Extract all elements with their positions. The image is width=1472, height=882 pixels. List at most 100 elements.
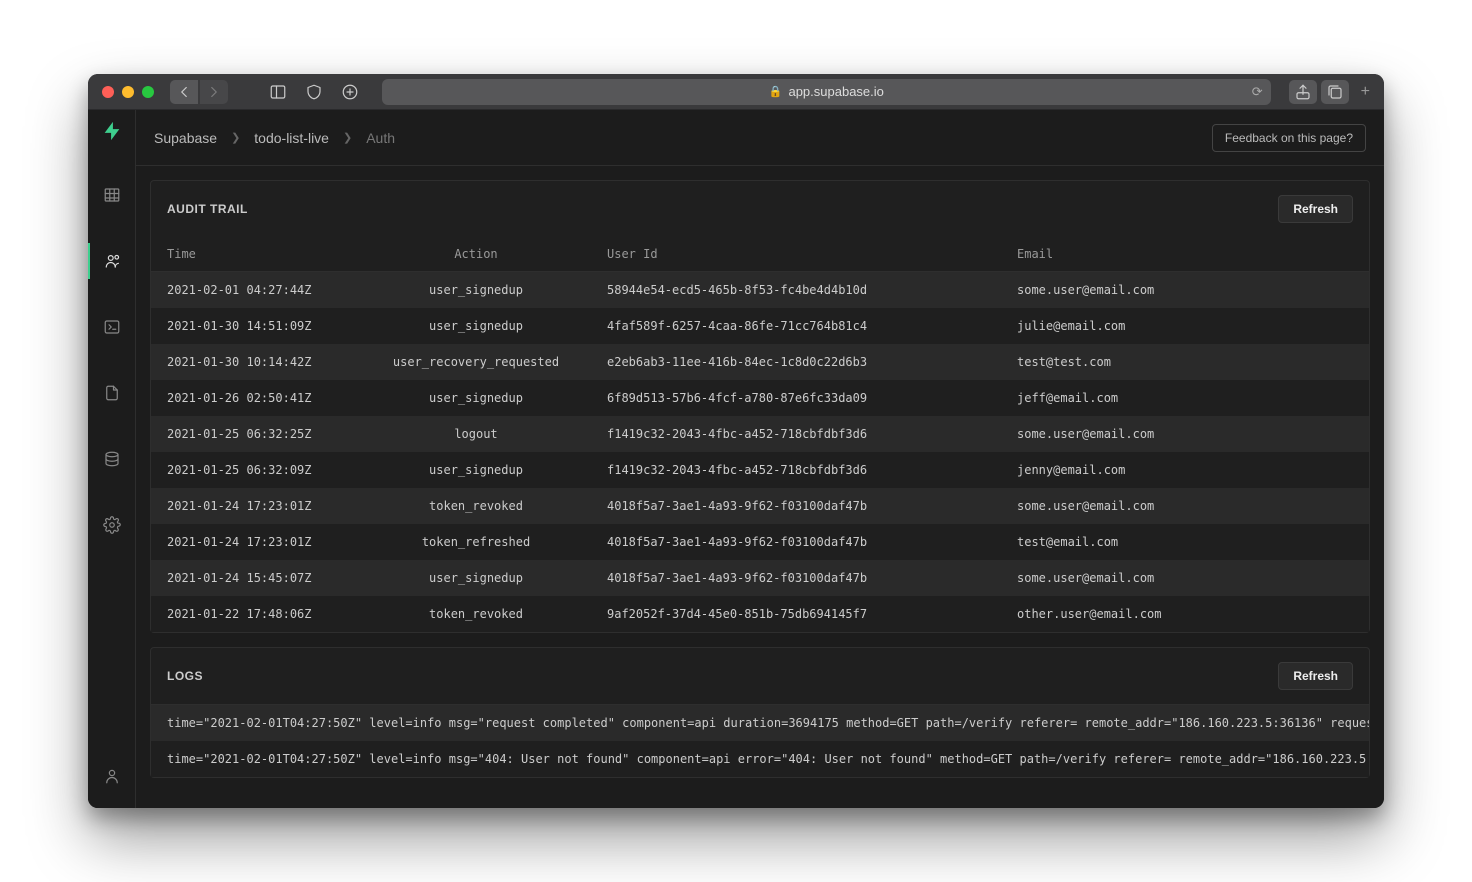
- main-area: Supabase ❯ todo-list-live ❯ Auth Feedbac…: [136, 110, 1384, 808]
- audit-refresh-button[interactable]: Refresh: [1278, 195, 1353, 223]
- cell-action: token_revoked: [361, 488, 591, 524]
- browser-chrome: 🔒 app.supabase.io ⟳ +: [88, 74, 1384, 110]
- cell-action: user_signedup: [361, 380, 591, 416]
- cell-action: user_signedup: [361, 272, 591, 309]
- shield-button[interactable]: [300, 80, 328, 104]
- cell-email: julie@email.com: [1001, 308, 1369, 344]
- maximize-window-icon[interactable]: [142, 86, 154, 98]
- cell-action: user_signedup: [361, 560, 591, 596]
- cell-userid: 4018f5a7-3ae1-4a93-9f62-f03100daf47b: [591, 560, 1001, 596]
- cell-time: 2021-01-25 06:32:25Z: [151, 416, 361, 452]
- sidebar-item-table[interactable]: [88, 177, 136, 213]
- logs-refresh-button[interactable]: Refresh: [1278, 662, 1353, 690]
- audit-trail-panel: AUDIT TRAIL Refresh Time Action User Id …: [150, 180, 1370, 633]
- chevron-right-icon: [205, 83, 223, 101]
- cell-time: 2021-02-01 04:27:44Z: [151, 272, 361, 309]
- cell-userid: 4faf589f-6257-4caa-86fe-71cc764b81c4: [591, 308, 1001, 344]
- forward-button[interactable]: [200, 80, 228, 104]
- back-button[interactable]: [170, 80, 198, 104]
- table-row[interactable]: 2021-02-01 04:27:44Zuser_signedup58944e5…: [151, 272, 1369, 309]
- cell-email: some.user@email.com: [1001, 560, 1369, 596]
- share-icon: [1294, 83, 1312, 101]
- cell-email: some.user@email.com: [1001, 488, 1369, 524]
- cell-time: 2021-01-24 17:23:01Z: [151, 488, 361, 524]
- table-row[interactable]: 2021-01-22 17:48:06Ztoken_revoked9af2052…: [151, 596, 1369, 632]
- table-row[interactable]: 2021-01-25 06:32:09Zuser_signedupf1419c3…: [151, 452, 1369, 488]
- cell-email: some.user@email.com: [1001, 416, 1369, 452]
- audit-title: AUDIT TRAIL: [167, 202, 248, 216]
- tabs-button[interactable]: [1321, 80, 1349, 104]
- sidebar-toggle-button[interactable]: [264, 80, 292, 104]
- traffic-lights: [102, 86, 154, 98]
- breadcrumb: Supabase ❯ todo-list-live ❯ Auth: [154, 130, 395, 146]
- audit-header-row: Time Action User Id Email: [151, 237, 1369, 272]
- breadcrumb-org[interactable]: Supabase: [154, 130, 217, 146]
- table-row[interactable]: 2021-01-25 06:32:25Zlogoutf1419c32-2043-…: [151, 416, 1369, 452]
- plus-circle-icon: [341, 83, 359, 101]
- lock-icon: 🔒: [769, 85, 783, 98]
- url-text: app.supabase.io: [788, 84, 883, 99]
- sidebar-item-settings[interactable]: [88, 507, 136, 543]
- sidebar-item-account[interactable]: [88, 758, 136, 794]
- col-userid: User Id: [591, 237, 1001, 272]
- col-action: Action: [361, 237, 591, 272]
- cell-action: user_recovery_requested: [361, 344, 591, 380]
- sidebar-icon: [269, 83, 287, 101]
- minimize-window-icon[interactable]: [122, 86, 134, 98]
- table-row[interactable]: 2021-01-26 02:50:41Zuser_signedup6f89d51…: [151, 380, 1369, 416]
- content-scroll[interactable]: AUDIT TRAIL Refresh Time Action User Id …: [136, 166, 1384, 808]
- sidebar-item-auth[interactable]: [88, 243, 136, 279]
- new-tab-button[interactable]: +: [1361, 83, 1370, 101]
- cell-time: 2021-01-30 10:14:42Z: [151, 344, 361, 380]
- cell-email: jeff@email.com: [1001, 380, 1369, 416]
- log-line: time="2021-02-01T04:27:50Z" level=info m…: [151, 741, 1369, 777]
- cell-userid: 58944e54-ecd5-465b-8f53-fc4be4d4b10d: [591, 272, 1001, 309]
- table-row[interactable]: 2021-01-24 17:23:01Ztoken_refreshed4018f…: [151, 524, 1369, 560]
- cell-userid: 9af2052f-37d4-45e0-851b-75db694145f7: [591, 596, 1001, 632]
- breadcrumb-project[interactable]: todo-list-live: [254, 130, 329, 146]
- user-icon: [103, 767, 121, 785]
- sidebar: [88, 110, 136, 808]
- table-row[interactable]: 2021-01-24 15:45:07Zuser_signedup4018f5a…: [151, 560, 1369, 596]
- share-button[interactable]: [1289, 80, 1317, 104]
- sidebar-item-sql[interactable]: [88, 309, 136, 345]
- cell-action: logout: [361, 416, 591, 452]
- close-window-icon[interactable]: [102, 86, 114, 98]
- gear-icon: [103, 516, 121, 534]
- cell-action: token_refreshed: [361, 524, 591, 560]
- col-time: Time: [151, 237, 361, 272]
- cell-email: jenny@email.com: [1001, 452, 1369, 488]
- table-icon: [103, 186, 121, 204]
- url-bar[interactable]: 🔒 app.supabase.io ⟳: [382, 79, 1271, 105]
- sidebar-item-docs[interactable]: [88, 375, 136, 411]
- topbar: Supabase ❯ todo-list-live ❯ Auth Feedbac…: [136, 110, 1384, 166]
- logs-title: LOGS: [167, 669, 203, 683]
- cell-time: 2021-01-24 17:23:01Z: [151, 524, 361, 560]
- supabase-logo[interactable]: [101, 120, 123, 147]
- cell-action: user_signedup: [361, 452, 591, 488]
- feedback-button[interactable]: Feedback on this page?: [1212, 124, 1366, 152]
- cell-userid: f1419c32-2043-4fbc-a452-718cbfdbf3d6: [591, 416, 1001, 452]
- cell-email: test@email.com: [1001, 524, 1369, 560]
- cell-time: 2021-01-26 02:50:41Z: [151, 380, 361, 416]
- sidebar-item-database[interactable]: [88, 441, 136, 477]
- database-icon: [103, 450, 121, 468]
- cell-email: test@test.com: [1001, 344, 1369, 380]
- cell-time: 2021-01-22 17:48:06Z: [151, 596, 361, 632]
- shield-icon: [305, 83, 323, 101]
- tabs-icon: [1326, 83, 1344, 101]
- chevron-right-icon: ❯: [343, 131, 352, 144]
- table-row[interactable]: 2021-01-30 14:51:09Zuser_signedup4faf589…: [151, 308, 1369, 344]
- cell-userid: e2eb6ab3-11ee-416b-84ec-1c8d0c22d6b3: [591, 344, 1001, 380]
- file-icon: [103, 384, 121, 402]
- cell-userid: 4018f5a7-3ae1-4a93-9f62-f03100daf47b: [591, 488, 1001, 524]
- table-row[interactable]: 2021-01-30 10:14:42Zuser_recovery_reques…: [151, 344, 1369, 380]
- users-icon: [104, 252, 122, 270]
- table-row[interactable]: 2021-01-24 17:23:01Ztoken_revoked4018f5a…: [151, 488, 1369, 524]
- reload-icon[interactable]: ⟳: [1252, 84, 1263, 100]
- cell-time: 2021-01-24 15:45:07Z: [151, 560, 361, 596]
- format-button[interactable]: [336, 80, 364, 104]
- cell-email: other.user@email.com: [1001, 596, 1369, 632]
- logs-panel: LOGS Refresh time="2021-02-01T04:27:50Z"…: [150, 647, 1370, 778]
- browser-window: 🔒 app.supabase.io ⟳ +: [88, 74, 1384, 808]
